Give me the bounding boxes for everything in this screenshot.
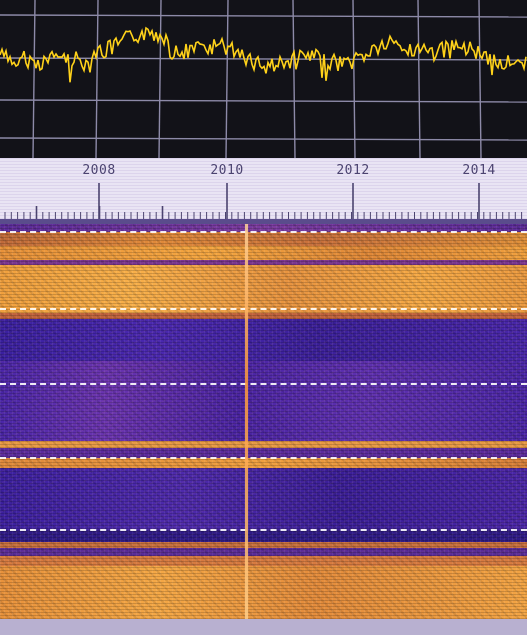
time-axis: 2008 2010 2012 2014 <box>0 158 527 224</box>
grid-line-vertical <box>292 0 296 158</box>
reference-line <box>0 308 527 310</box>
axis-ticks <box>4 183 523 220</box>
screen: 2008 2010 2012 2014 <box>0 0 527 635</box>
reference-line <box>0 529 527 531</box>
grid-line-vertical <box>225 0 229 158</box>
plot-grid <box>0 0 527 158</box>
grid-line-vertical <box>158 0 162 158</box>
spectrogram-noise <box>0 224 527 619</box>
year-label-2010: 2010 <box>210 163 244 178</box>
year-label-2008: 2008 <box>82 163 116 178</box>
grid-line-vertical <box>352 0 356 158</box>
grid-line-vertical <box>95 0 99 158</box>
grid-line-vertical <box>32 0 36 158</box>
signal-trace <box>0 26 527 83</box>
bottom-bezel <box>0 619 527 635</box>
reference-line <box>0 231 527 233</box>
reference-line <box>0 457 527 459</box>
time-series-plot <box>0 0 527 158</box>
grid-line-vertical <box>417 0 421 158</box>
year-label-2012: 2012 <box>336 163 370 178</box>
grid-line-vertical <box>478 0 482 158</box>
grid-line-horizontal <box>0 137 527 141</box>
time-cursor[interactable] <box>245 224 248 619</box>
grid-line-horizontal <box>0 99 527 103</box>
time-series-svg <box>0 0 527 158</box>
year-label-2014: 2014 <box>462 163 496 178</box>
grid-line-horizontal <box>0 14 527 18</box>
spectrogram-waterfall <box>0 224 527 619</box>
reference-line <box>0 383 527 385</box>
